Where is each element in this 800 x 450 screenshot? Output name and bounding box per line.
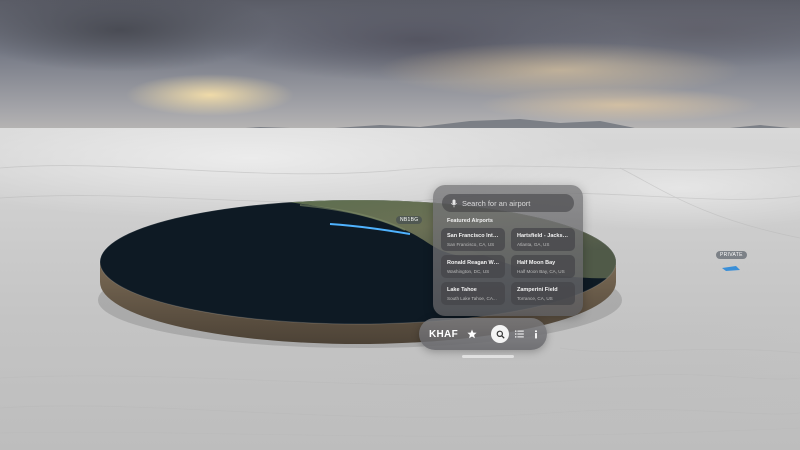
airport-name: Half Moon Bay xyxy=(517,260,556,266)
airport-location: South Lake Tahoe, CA... xyxy=(447,296,497,301)
featured-airports-heading: Featured Airports xyxy=(447,218,493,224)
airplane-icon xyxy=(722,266,740,271)
info-icon[interactable] xyxy=(527,325,545,343)
airport-name: Ronald Reagan Was... xyxy=(447,260,501,266)
microphone-icon[interactable] xyxy=(448,194,460,212)
search-icon[interactable] xyxy=(491,325,509,343)
search-input[interactable] xyxy=(460,198,574,208)
airport-card[interactable]: Hartsfield - Jackson... Atlanta, GA, US xyxy=(511,228,575,251)
airport-location: Washington, DC, US xyxy=(447,269,490,274)
airport-card[interactable]: San Francisco Inter... San Francisco, CA… xyxy=(441,228,505,251)
airport-location: Torrance, CA, US xyxy=(517,296,553,301)
airport-location: Half Moon Bay, CA, US xyxy=(517,269,565,274)
airport-location: San Francisco, CA, US xyxy=(447,242,495,247)
airport-card[interactable]: Half Moon Bay Half Moon Bay, CA, US xyxy=(511,255,575,278)
immersive-scene: NB1BG PRIVATE Featured Airports San Fran… xyxy=(0,0,800,450)
airport-name: San Francisco Inter... xyxy=(447,233,501,239)
map-label-private: PRIVATE xyxy=(716,251,747,259)
search-bar[interactable] xyxy=(442,194,574,212)
airport-name: Zamperini Field xyxy=(517,287,558,293)
airport-code[interactable]: KHAF xyxy=(429,329,458,340)
airport-card[interactable]: Zamperini Field Torrance, CA, US xyxy=(511,282,575,305)
star-icon[interactable] xyxy=(463,325,481,343)
map-label-nb1bg: NB1BG xyxy=(396,216,423,224)
window-grabber-handle[interactable] xyxy=(462,355,514,358)
airport-name: Lake Tahoe xyxy=(447,287,477,293)
airport-name: Hartsfield - Jackson... xyxy=(517,233,571,239)
airport-card[interactable]: Lake Tahoe South Lake Tahoe, CA... xyxy=(441,282,505,305)
map-diorama[interactable] xyxy=(0,0,800,450)
airport-search-panel: Featured Airports San Francisco Inter...… xyxy=(433,185,583,316)
airport-location: Atlanta, GA, US xyxy=(517,242,550,247)
list-icon[interactable] xyxy=(510,325,528,343)
bottom-toolbar: KHAF xyxy=(419,318,547,350)
airport-card[interactable]: Ronald Reagan Was... Washington, DC, US xyxy=(441,255,505,278)
